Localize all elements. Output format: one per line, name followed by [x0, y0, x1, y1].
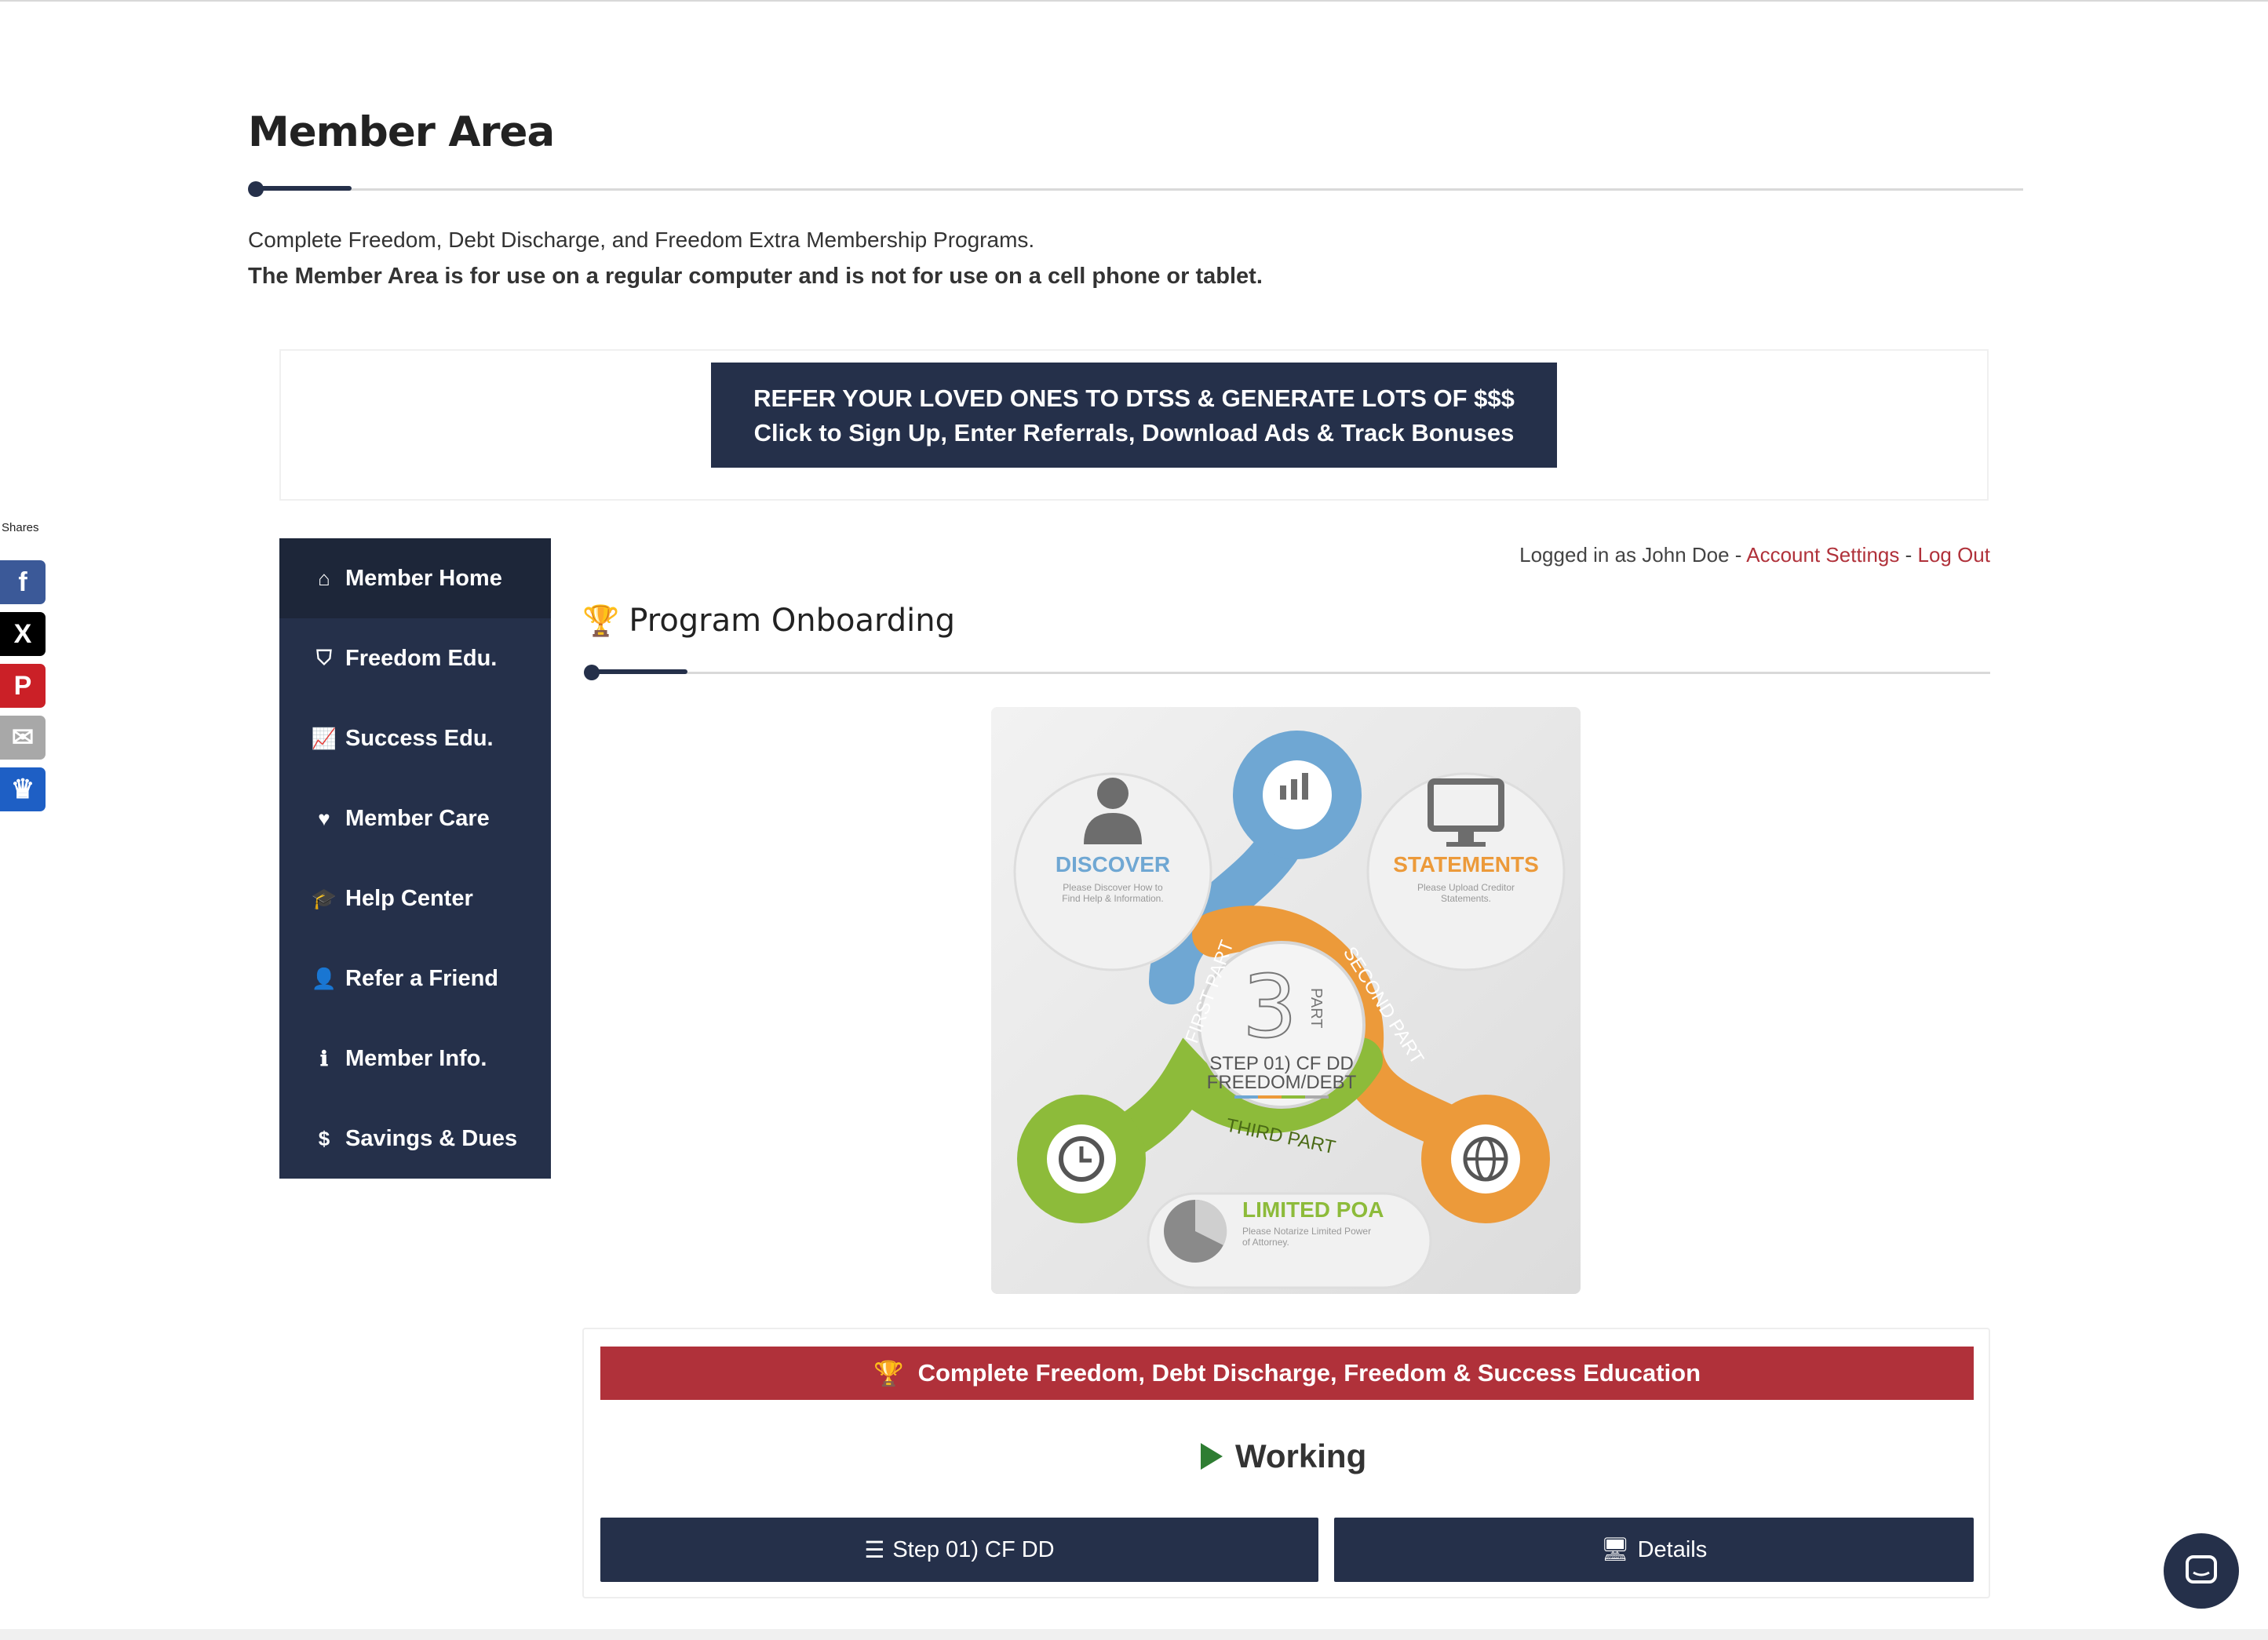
program-status: Working	[1201, 1438, 1366, 1475]
statements-sub-2: Statements.	[1441, 893, 1491, 904]
onboarding-infographic: DISCOVER Please Discover How to Find Hel…	[991, 707, 1581, 1294]
play-icon	[1201, 1443, 1223, 1470]
details-button[interactable]: 🖥 Details	[1334, 1518, 1974, 1582]
info-icon: ℹ	[320, 1046, 328, 1070]
sidebar-item-refer-a-friend[interactable]: 👤 Refer a Friend	[279, 938, 551, 1019]
graduation-cap-icon: 🎓	[311, 886, 337, 910]
chat-widget-button[interactable]	[2164, 1533, 2239, 1609]
center-part: PART	[1307, 988, 1325, 1029]
trophy-icon: 🏆	[582, 603, 620, 638]
sidebar-item-label: Savings & Dues	[345, 1125, 518, 1151]
details-button-label: Details	[1637, 1536, 1708, 1562]
referral-line-2: Click to Sign Up, Enter Referrals, Downl…	[753, 419, 1515, 446]
poa-sub-1: Please Notarize Limited Power	[1242, 1226, 1371, 1237]
logged-in-text: Logged in as John Doe -	[1519, 543, 1747, 567]
facebook-icon: f	[18, 567, 27, 597]
statements-title: STATEMENTS	[1393, 852, 1539, 876]
dollar-icon: $	[318, 1126, 330, 1150]
poa-title: LIMITED POA	[1242, 1197, 1384, 1222]
share-sumo-button[interactable]: ♛	[0, 767, 46, 811]
bottom-edge	[0, 1629, 2268, 1640]
section-title: 🏆 Program Onboarding	[582, 603, 955, 639]
sidebar-item-help-center[interactable]: 🎓 Help Center	[279, 858, 551, 938]
logout-link[interactable]: Log Out	[1917, 543, 1990, 567]
program-title-bar: 🏆 Complete Freedom, Debt Discharge, Free…	[600, 1347, 1974, 1400]
shield-icon: ⛉	[316, 646, 332, 669]
sidebar-item-label: Success Edu.	[345, 725, 494, 751]
top-border	[0, 0, 2268, 2]
sidebar-item-freedom-edu[interactable]: ⛉ Freedom Edu.	[279, 618, 551, 698]
share-x-button[interactable]: X	[0, 612, 46, 656]
page-title: Member Area	[248, 108, 555, 156]
sidebar-item-success-edu[interactable]: 📈 Success Edu.	[279, 698, 551, 778]
sidebar-item-savings-dues[interactable]: $ Savings & Dues	[279, 1099, 551, 1179]
account-settings-link[interactable]: Account Settings	[1746, 543, 1899, 567]
referral-line-1: REFER YOUR LOVED ONES TO DTSS & GENERATE…	[753, 384, 1515, 412]
sidebar-item-label: Refer a Friend	[345, 965, 498, 991]
home-icon: ⌂	[318, 566, 330, 590]
sidebar-item-label: Member Info.	[345, 1045, 487, 1071]
email-icon: ✉	[11, 723, 35, 753]
infographic-svg: DISCOVER Please Discover How to Find Hel…	[991, 707, 1581, 1294]
title-divider	[248, 181, 2023, 197]
center-line-1: STEP 01) CF DD	[1209, 1053, 1354, 1074]
shares-label: Shares	[2, 521, 39, 534]
trophy-icon: 🏆	[873, 1359, 904, 1387]
session-info: Logged in as John Doe - Account Settings…	[1519, 543, 1990, 567]
share-facebook-button[interactable]: f	[0, 560, 46, 604]
step-button-label: Step 01) CF DD	[892, 1536, 1055, 1562]
discover-sub-1: Please Discover How to	[1063, 882, 1163, 893]
center-number: 3	[1242, 957, 1297, 1057]
share-pinterest-button[interactable]: P	[0, 664, 46, 708]
center-line-2: FREEDOM/DEBT	[1207, 1072, 1357, 1093]
x-icon: X	[13, 618, 32, 649]
discover-title: DISCOVER	[1056, 852, 1170, 876]
session-separator: -	[1899, 543, 1918, 567]
intro-warning: The Member Area is for use on a regular …	[248, 264, 1263, 289]
chat-icon	[2186, 1555, 2217, 1584]
list-icon: ☰	[864, 1537, 885, 1563]
poa-sub-2: of Attorney.	[1242, 1237, 1289, 1248]
pinterest-icon: P	[13, 670, 32, 701]
intro-text: Complete Freedom, Debt Discharge, and Fr…	[248, 228, 1035, 252]
user-icon: 👤	[311, 966, 337, 990]
sumo-icon: ♛	[10, 774, 35, 804]
program-status-text: Working	[1235, 1438, 1367, 1474]
step-button[interactable]: ☰ Step 01) CF DD	[600, 1518, 1318, 1582]
share-email-button[interactable]: ✉	[0, 716, 46, 760]
sidebar-item-label: Member Care	[345, 805, 490, 831]
referral-banner-button[interactable]: REFER YOUR LOVED ONES TO DTSS & GENERATE…	[711, 363, 1557, 468]
sidebar-item-member-home[interactable]: ⌂ Member Home	[279, 538, 551, 618]
section-divider	[584, 665, 1990, 680]
sidebar-nav: ⌂ Member Home ⛉ Freedom Edu. 📈 Success Edu. ♥ M…	[279, 538, 551, 1179]
sidebar-item-member-info[interactable]: ℹ Member Info.	[279, 1019, 551, 1099]
program-title: Complete Freedom, Debt Discharge, Freedo…	[917, 1359, 1701, 1387]
sidebar-item-member-care[interactable]: ♥ Member Care	[279, 778, 551, 858]
discover-sub-2: Find Help & Information.	[1062, 893, 1163, 904]
sidebar-item-label: Help Center	[345, 885, 473, 911]
line-chart-icon: 📈	[311, 726, 337, 750]
desktop-icon: 🖥	[1600, 1537, 1630, 1562]
sidebar-item-label: Member Home	[345, 565, 502, 591]
section-title-text: Program Onboarding	[629, 603, 956, 639]
statements-sub-1: Please Upload Creditor	[1417, 882, 1515, 893]
sidebar-item-label: Freedom Edu.	[345, 645, 498, 671]
heart-icon: ♥	[318, 806, 330, 830]
